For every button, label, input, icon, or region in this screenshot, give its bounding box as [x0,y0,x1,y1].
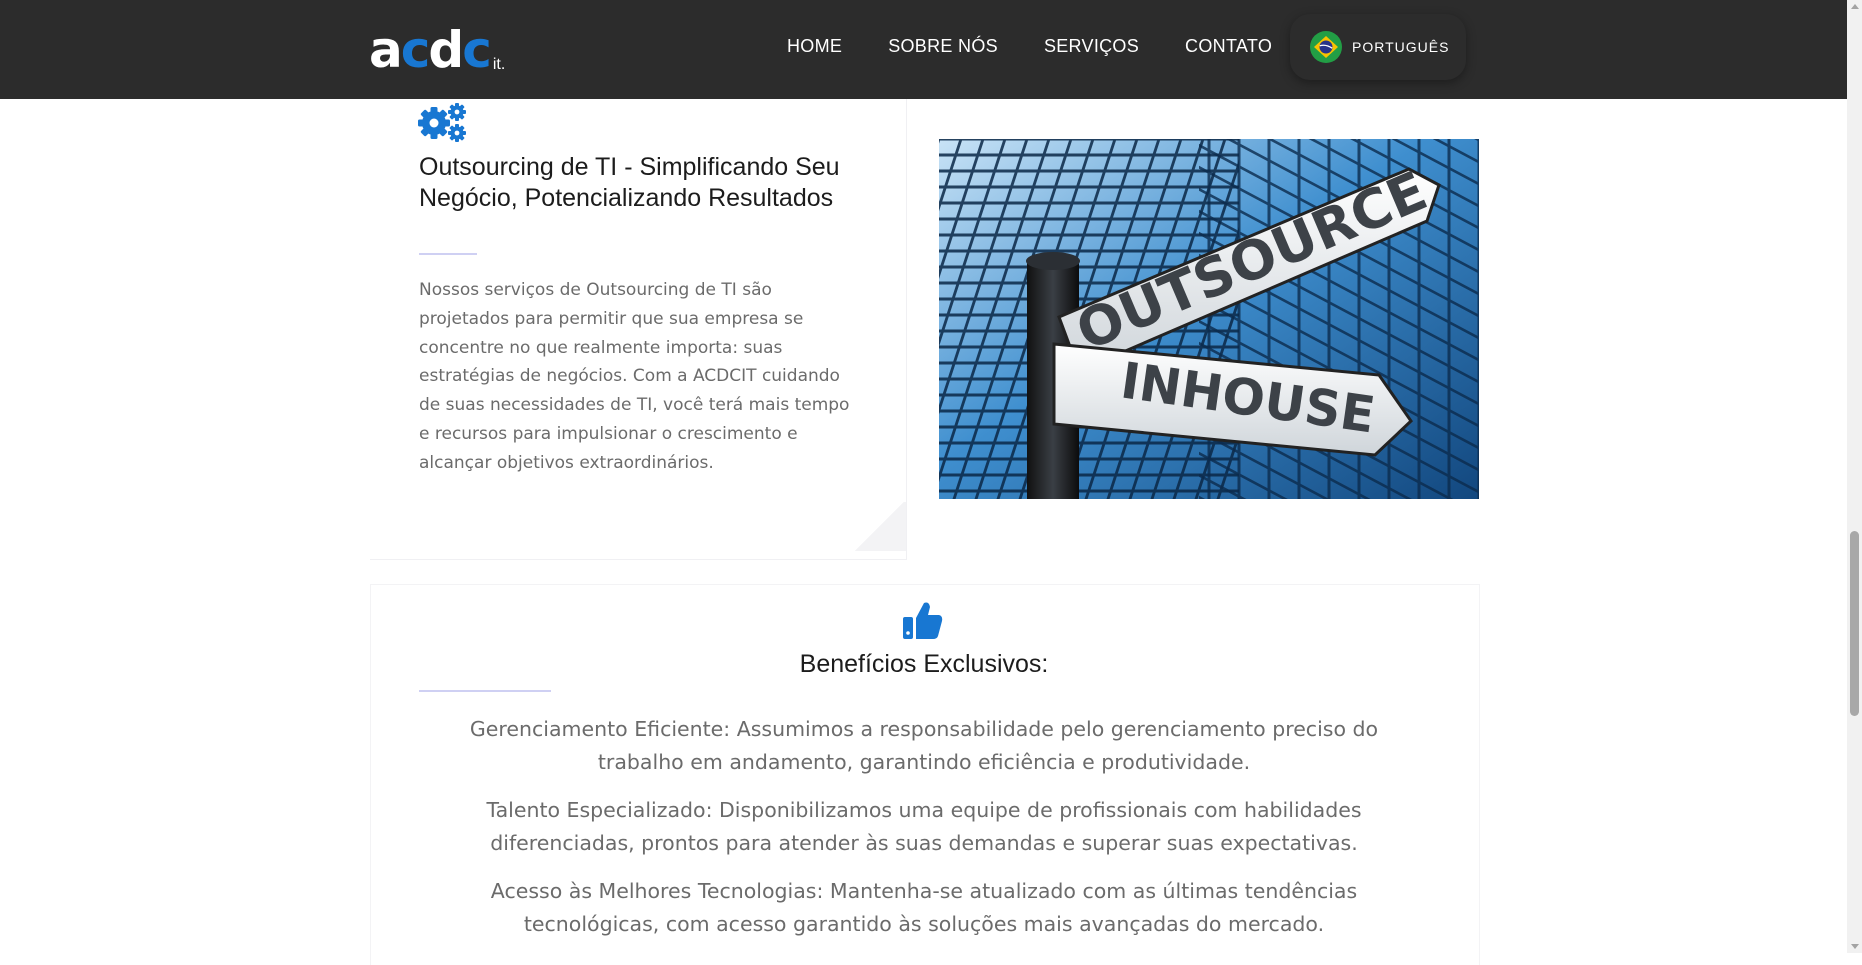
scroll-down-arrow-icon[interactable] [1851,944,1859,949]
language-label: PORTUGUÊS [1352,39,1450,55]
site-header: acdc it. HOME SOBRE NÓS SERVIÇOS CONTATO… [0,0,1847,99]
main-nav: HOME SOBRE NÓS SERVIÇOS CONTATO [787,36,1318,57]
benefit-item: Gerenciamento Eficiente: Assumimos a res… [469,717,1379,774]
logo-suffix: it. [492,56,506,73]
benefits-divider [419,690,551,692]
nav-servicos[interactable]: SERVIÇOS [1044,36,1139,57]
gears-icon [418,103,466,142]
outsource-inhouse-signpost-image: OUTSOURCE INHOUSE [939,139,1479,499]
outsourcing-description: Nossos serviços de Outsourcing de TI são… [419,280,850,473]
vertical-scrollbar[interactable] [1847,0,1862,953]
brazil-flag-icon [1310,31,1342,63]
outsourcing-title: Outsourcing de TI - Simplificando Seu Ne… [419,153,840,212]
language-selector[interactable]: PORTUGUÊS [1290,14,1466,80]
benefits-list: Gerenciamento Eficiente: Assumimos a res… [440,713,1408,956]
card-corner-decoration [852,502,906,551]
logo-letter-d: d [428,21,464,79]
logo-letter-c2: c [462,21,492,79]
logo-letter-a: a [369,21,403,79]
nav-contato[interactable]: CONTATO [1185,36,1272,57]
scrollbar-thumb[interactable] [1850,531,1859,716]
scroll-up-arrow-icon[interactable] [1851,4,1859,9]
thumbs-up-icon [903,602,943,639]
nav-home[interactable]: HOME [787,36,842,57]
benefit-item: Acesso às Melhores Tecnologias: Mantenha… [490,879,1358,936]
nav-sobre-nos[interactable]: SOBRE NÓS [888,36,998,57]
benefits-title: Benefícios Exclusivos: [799,650,1049,678]
logo-letter-c: c [400,21,431,79]
benefit-item: Talento Especializado: Disponibilizamos … [486,798,1362,855]
logo-wordmark: acdc [369,25,492,75]
site-logo[interactable]: acdc it. [369,25,506,75]
title-divider [419,253,477,255]
